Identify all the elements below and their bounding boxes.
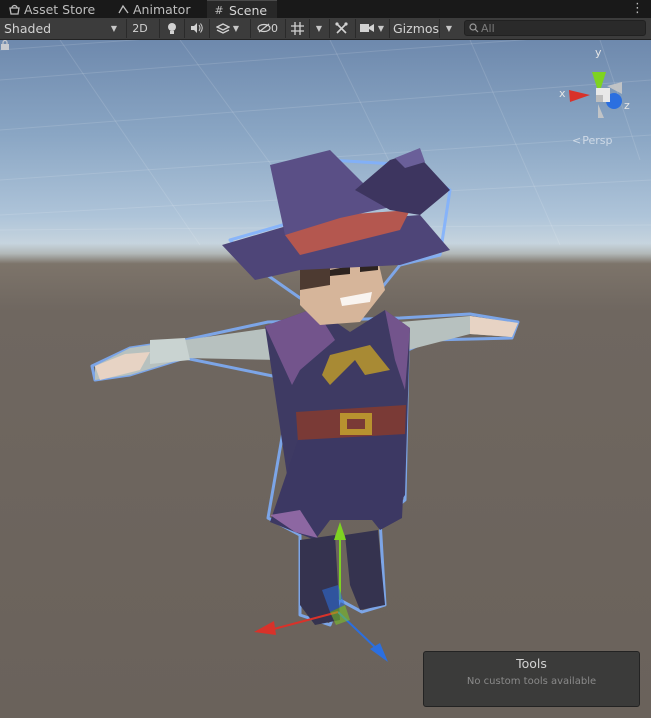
projection-label: Persp <box>582 134 613 147</box>
tools-panel-title: Tools <box>516 656 547 671</box>
tab-asset-store[interactable]: Asset Store <box>2 0 103 18</box>
chevron-down-icon: ▼ <box>315 24 322 33</box>
wizard-character[interactable] <box>90 148 520 627</box>
chevron-down-icon: ▼ <box>232 24 239 33</box>
tab-scene[interactable]: # Scene <box>207 0 277 18</box>
draw-mode-label: Shaded <box>4 21 52 36</box>
axis-z-label: z <box>624 99 630 112</box>
audio-toggle-button[interactable] <box>184 19 208 38</box>
toggle-2d-button[interactable]: 2D <box>126 19 153 38</box>
axis-x-label: x <box>559 87 566 100</box>
tab-label: Asset Store <box>24 2 96 17</box>
grid-toggle-button[interactable] <box>285 19 309 38</box>
x-axis-handle[interactable] <box>254 621 276 635</box>
effects-dropdown[interactable]: ▼ <box>209 19 243 38</box>
scene-search-field[interactable] <box>464 20 646 36</box>
hidden-object-count: 0 <box>271 22 278 35</box>
lock-icon[interactable] <box>0 40 10 50</box>
search-icon <box>469 23 479 33</box>
grid-icon <box>291 22 304 35</box>
asset-store-icon <box>8 3 20 15</box>
window-tab-bar: Asset Store Animator # Scene ⋮ <box>0 0 651 19</box>
grid-options-dropdown[interactable]: ▼ <box>309 19 327 38</box>
scene-grid-icon: # <box>214 3 224 17</box>
lightbulb-icon <box>167 23 176 34</box>
scene-viewport[interactable]: y x z <Persp Tools No custom tools avail… <box>0 40 651 718</box>
speaker-icon <box>191 23 203 33</box>
camera-icon <box>360 24 374 32</box>
tab-label: Scene <box>229 3 268 18</box>
gizmos-button[interactable]: Gizmos <box>389 19 439 38</box>
camera-settings-dropdown[interactable]: ▼ <box>355 19 388 38</box>
tab-label: Animator <box>133 2 191 17</box>
chevron-down-icon: ▼ <box>377 24 384 33</box>
chevron-down-icon: ▼ <box>445 24 452 33</box>
draw-mode-dropdown[interactable]: Shaded ▼ <box>0 19 121 38</box>
projection-arrow-icon: < <box>572 134 582 147</box>
tools-wrench-icon <box>335 22 348 34</box>
projection-toggle[interactable]: <Persp <box>572 134 612 147</box>
eye-hidden-icon <box>257 23 271 33</box>
effects-layers-icon <box>215 23 230 34</box>
component-tools-button[interactable] <box>329 19 353 38</box>
tools-overlay-panel: Tools No custom tools available <box>423 651 640 707</box>
chevron-down-icon: ▼ <box>110 24 117 33</box>
scene-toolbar: Shaded ▼ 2D ▼ 0 ▼ ▼ Gizmos ▼ <box>0 18 651 40</box>
gizmos-label: Gizmos <box>393 21 440 36</box>
gizmos-options-dropdown[interactable]: ▼ <box>439 19 457 38</box>
orientation-gizmo[interactable] <box>569 72 622 118</box>
axis-y-label: y <box>595 46 602 59</box>
lighting-toggle-button[interactable] <box>159 19 183 38</box>
scene-render <box>0 40 651 662</box>
search-input[interactable] <box>481 21 641 35</box>
x-cone-handle[interactable] <box>569 90 590 102</box>
tab-animator[interactable]: Animator <box>111 0 201 18</box>
animator-icon <box>117 3 129 15</box>
toggle-2d-label: 2D <box>132 22 148 35</box>
scene-visibility-toggle[interactable]: 0 <box>250 19 283 38</box>
tools-panel-subtitle: No custom tools available <box>466 676 597 687</box>
tab-more-menu-icon[interactable]: ⋮ <box>631 1 644 17</box>
y-axis-handle[interactable] <box>334 522 346 540</box>
